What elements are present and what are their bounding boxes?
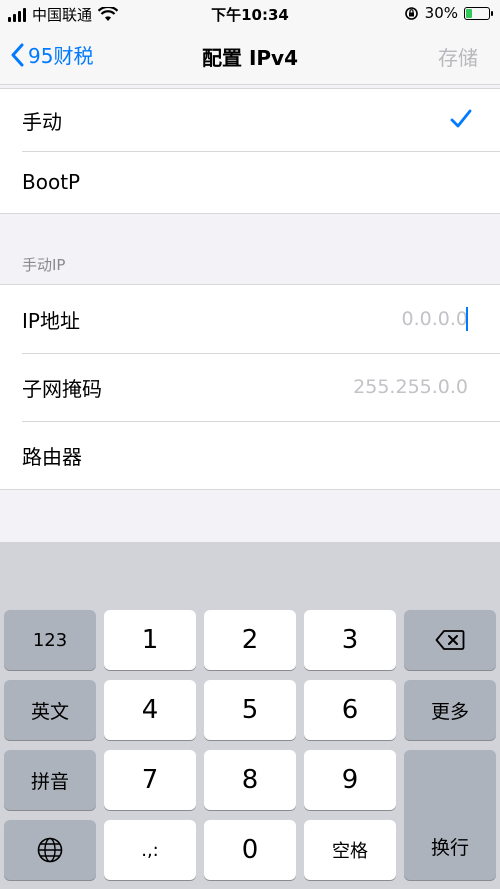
subnet-mask-field[interactable]: 子网掩码 255.255.0.0: [0, 353, 500, 421]
key-9[interactable]: 9: [304, 750, 396, 810]
mode-options-group: 手动 BootP: [0, 88, 500, 214]
option-label: 手动: [22, 109, 62, 134]
page-title: 配置 IPv4: [201, 46, 298, 70]
battery-percent: 30%: [424, 4, 458, 22]
key-pinyin[interactable]: 拼音: [4, 750, 96, 810]
orientation-lock-icon: [404, 6, 418, 20]
subnet-mask-input[interactable]: 255.255.0.0: [353, 376, 468, 398]
field-label: IP地址: [22, 308, 80, 333]
save-button[interactable]: 存储: [438, 42, 478, 71]
router-field[interactable]: 路由器: [0, 421, 500, 489]
section-header-manual-ip: 手动IP: [22, 256, 66, 274]
key-return[interactable]: 换行: [404, 750, 496, 880]
ip-address-field[interactable]: IP地址 0.0.0.0: [0, 285, 500, 353]
status-right: 30%: [404, 4, 493, 22]
key-123[interactable]: 123: [4, 610, 96, 670]
field-label: 路由器: [22, 444, 82, 469]
ip-address-input[interactable]: 0.0.0.0: [402, 308, 468, 330]
key-8[interactable]: 8: [204, 750, 296, 810]
key-english[interactable]: 英文: [4, 680, 96, 740]
space-key[interactable]: 空格: [304, 820, 396, 880]
key-6[interactable]: 6: [304, 680, 396, 740]
option-bootp[interactable]: BootP: [0, 151, 500, 213]
key-2[interactable]: 2: [204, 610, 296, 670]
backspace-icon: [435, 630, 465, 650]
key-4[interactable]: 4: [104, 680, 196, 740]
globe-key[interactable]: [4, 820, 96, 880]
checkmark-icon: [450, 109, 472, 128]
key-more[interactable]: 更多: [404, 680, 496, 740]
battery-level-fill: [466, 8, 472, 18]
option-label: BootP: [22, 170, 81, 194]
field-label: 子网掩码: [22, 376, 102, 401]
text-cursor: [466, 307, 468, 331]
key-punctuation[interactable]: .,:: [104, 820, 196, 880]
key-1[interactable]: 1: [104, 610, 196, 670]
battery-icon: [464, 6, 493, 20]
numeric-keyboard: 123 1 2 3 英文 4 5 6 更多 拼音 7 8 9 换行 .,: 0 …: [0, 542, 500, 889]
key-5[interactable]: 5: [204, 680, 296, 740]
manual-ip-group: IP地址 0.0.0.0 子网掩码 255.255.0.0 路由器: [0, 284, 500, 490]
navigation-bar: 95财税 配置 IPv4 存储: [0, 28, 500, 85]
key-0[interactable]: 0: [204, 820, 296, 880]
globe-icon: [37, 837, 63, 863]
key-7[interactable]: 7: [104, 750, 196, 810]
option-manual[interactable]: 手动: [0, 89, 500, 151]
status-bar: 中国联通 下午10:34 30%: [0, 0, 500, 28]
key-3[interactable]: 3: [304, 610, 396, 670]
delete-key[interactable]: [404, 610, 496, 670]
